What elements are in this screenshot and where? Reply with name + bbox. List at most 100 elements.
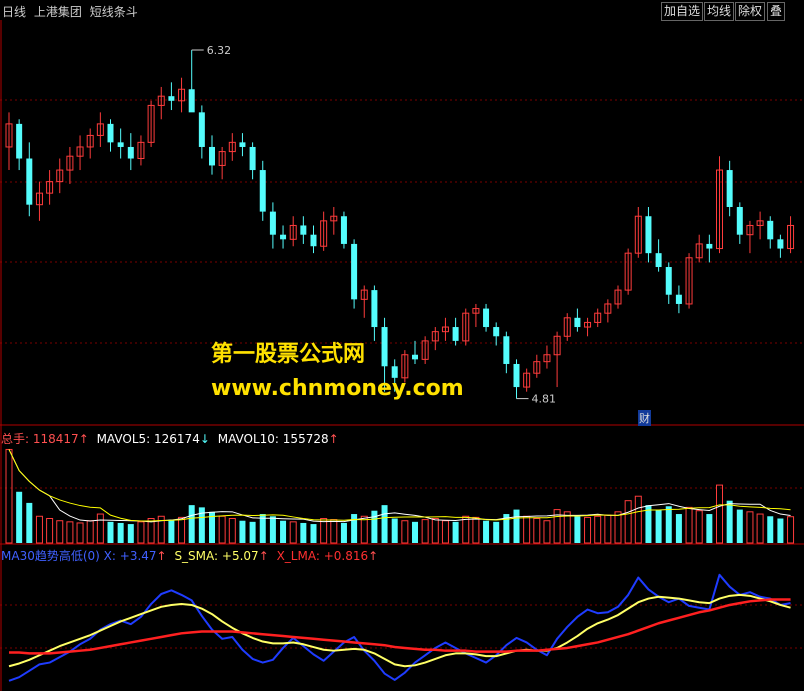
x-label: X: xyxy=(103,549,116,563)
candle-body-down xyxy=(381,327,388,367)
volume-bar-down xyxy=(16,491,23,543)
volume-bar-down xyxy=(310,524,317,543)
volume-bar-down xyxy=(188,505,195,543)
volume-bar-down xyxy=(513,509,520,543)
x-value: +3.47 xyxy=(119,549,157,563)
candle-body-down xyxy=(574,317,581,328)
candle-body-down xyxy=(736,206,743,235)
mavol10-line xyxy=(8,449,791,522)
indicator-name: 短线条斗 xyxy=(89,5,138,19)
candle-body-down xyxy=(269,211,276,235)
candle-body-down xyxy=(209,146,215,166)
candle-body-down xyxy=(503,336,510,364)
add-watchlist-button[interactable]: 加自选 xyxy=(661,2,704,21)
volume-bar-down xyxy=(574,516,581,543)
volume-bar-up xyxy=(320,518,328,544)
candle-body-down xyxy=(16,123,23,159)
volume-bar-up xyxy=(360,515,368,544)
stock-name: 上港集团 xyxy=(33,5,82,19)
chart-header: 日线 上港集团 短线条斗 xyxy=(2,3,138,20)
candle-body-down xyxy=(280,234,287,240)
mavol10-label: MAVOL10: xyxy=(217,432,279,446)
s-sma-arrow: ↑ xyxy=(258,549,269,563)
volume-bar-up xyxy=(787,516,795,544)
s-sma-label: S_SMA: xyxy=(174,549,219,563)
volume-bar-down xyxy=(483,520,490,543)
volume-bar-up xyxy=(401,520,409,544)
volume-bar-down xyxy=(239,520,246,543)
volume-bar-up xyxy=(46,518,54,544)
candle-body-down xyxy=(371,290,378,328)
candle-body-down xyxy=(655,253,662,268)
overlay-button[interactable]: 叠 xyxy=(767,2,786,21)
candle-body-down xyxy=(198,112,205,147)
volume-bar-down xyxy=(726,500,733,543)
candle-body-down xyxy=(351,243,358,300)
mavol10-arrow: ↑ xyxy=(328,432,339,446)
volume-bar-up xyxy=(330,519,338,544)
x-lma-line xyxy=(9,598,791,655)
volume-bar-up xyxy=(533,518,541,544)
candle-body-down xyxy=(726,170,733,207)
candle-body-down xyxy=(239,142,246,147)
volume-bar-up xyxy=(441,520,449,544)
volume-bar-up xyxy=(543,520,551,544)
volume-bar-up xyxy=(66,521,74,544)
volume-bar-up xyxy=(178,516,186,544)
volume-bar-down xyxy=(391,518,398,543)
volume-bar-up xyxy=(218,515,226,544)
candle-body-down xyxy=(493,327,500,337)
mavol5-value: 126174 xyxy=(154,432,200,446)
volume-bar-down xyxy=(381,505,388,543)
volume-bar-down xyxy=(675,514,682,543)
volume-bar-down xyxy=(280,520,287,543)
volume-bar-down xyxy=(107,521,114,543)
volume-bar-up xyxy=(685,506,693,544)
candle-body-down xyxy=(452,327,459,341)
volume-bar-up xyxy=(76,522,84,544)
candle-body-down xyxy=(675,294,682,304)
mavol5-label: MAVOL5: xyxy=(96,432,151,446)
low-annotation: 4.81 xyxy=(532,393,557,406)
volume-bar-down xyxy=(706,514,713,543)
volume-bar-up xyxy=(472,516,480,544)
volume-bar-down xyxy=(777,518,784,543)
volume-bar-up xyxy=(5,448,13,544)
indicator-legend: MA30趋势高低(0) X: +3.47↑ S_SMA: +5.07↑ X_LM… xyxy=(1,547,378,564)
volume-bar-up xyxy=(716,484,723,544)
volume-bar-down xyxy=(655,509,662,543)
volume-bar-down xyxy=(736,509,743,543)
finance-event-flag[interactable]: 财 xyxy=(638,410,651,426)
volume-bar-up xyxy=(289,521,297,544)
volume-bar-down xyxy=(269,516,276,543)
volume-total-value: 118417 xyxy=(32,432,79,446)
volume-bar-down xyxy=(452,521,459,543)
candle-body-down xyxy=(767,220,774,240)
indicator-lines xyxy=(8,573,791,682)
candle-body-down xyxy=(310,234,317,247)
volume-total-label: 总手: xyxy=(1,432,30,446)
candlestick-series xyxy=(5,50,795,399)
volume-bar-up xyxy=(421,519,429,544)
volume-bar-up xyxy=(523,515,531,544)
chart-canvas[interactable]: 6.32 4.81 xyxy=(0,0,804,691)
volume-bar-up xyxy=(86,520,94,544)
volume-bar-up xyxy=(35,515,43,544)
period-label: 日线 xyxy=(2,5,27,19)
candle-body-down xyxy=(107,123,114,143)
volume-bar-up xyxy=(584,516,592,544)
mavol5-arrow: ↓ xyxy=(199,432,210,446)
volume-bar-up xyxy=(746,511,754,544)
volume-legend: 总手: 118417 ↑ MAVOL5: 126174↓ MAVOL10: 155… xyxy=(1,430,339,447)
mavol10-value: 155728 xyxy=(282,432,329,446)
ex-rights-button[interactable]: 除权 xyxy=(735,2,766,21)
volume-bar-up xyxy=(431,518,439,544)
volume-bar-down xyxy=(300,522,307,543)
moving-average-button[interactable]: 均线 xyxy=(704,2,735,21)
candle-body-down xyxy=(513,363,520,388)
candle-body-down xyxy=(340,216,347,244)
volume-bar-up xyxy=(228,518,236,544)
candle-body-down xyxy=(645,216,652,254)
volume-bar-up xyxy=(695,510,703,544)
s-sma-line xyxy=(8,593,791,668)
